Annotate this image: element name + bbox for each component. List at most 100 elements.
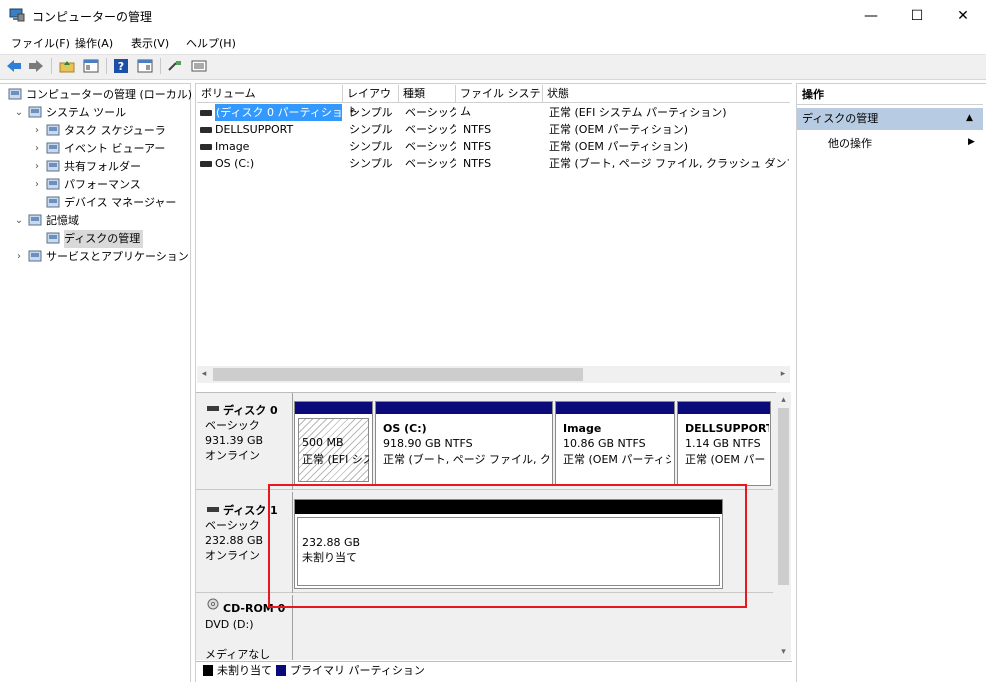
volume-cell-volume: Image: [215, 140, 250, 153]
volume-row[interactable]: DELLSUPPORT シンプル ベーシック NTFS 正常 (OEM パーティション): [197, 121, 790, 138]
tree-item[interactable]: ディスクの管理: [0, 230, 190, 248]
partition-image[interactable]: Image 10.86 GB NTFS 正常 (OEM パーティシ: [555, 401, 675, 486]
volume-cell-status: 正常 (OEM パーティション): [549, 123, 689, 136]
tree-item-label: コンピューターの管理 (ローカル): [26, 88, 193, 101]
menu-help[interactable]: ヘルプ(H): [186, 35, 236, 51]
column-header-layout[interactable]: レイアウト: [343, 85, 399, 118]
volume-cell-type: ベーシック: [405, 140, 456, 153]
volume-cell-status: 正常 (ブート, ページ ファイル, クラッシュ ダンプ, プライマ: [549, 157, 789, 170]
collapsed-chevron-icon[interactable]: ›: [32, 158, 42, 176]
highlight-annotation-box: [268, 484, 747, 608]
column-header-status[interactable]: 状態: [543, 85, 790, 103]
volume-cell-status: 正常 (OEM パーティション): [549, 140, 689, 153]
close-button[interactable]: ✕: [940, 0, 986, 32]
volume-row[interactable]: (ディスク 0 パーティション 1) シンプルベーシック 正常 (EFI システム …: [197, 104, 790, 121]
collapsed-chevron-icon[interactable]: ›: [14, 248, 24, 266]
divider: [292, 393, 293, 490]
action-more-actions[interactable]: 他の操作: [828, 136, 872, 152]
scroll-down-icon[interactable]: ▾: [777, 646, 790, 658]
scroll-right-icon[interactable]: ▸: [778, 368, 788, 381]
vertical-scroll-thumb[interactable]: [778, 408, 789, 585]
services-icon: [28, 249, 44, 265]
computer-management-app-icon: [9, 8, 25, 22]
partition-os-size: 918.90 GB NTFS: [383, 437, 473, 450]
disk-1-type: ベーシック: [205, 519, 260, 532]
show-hide-tree-icon[interactable]: [82, 57, 100, 75]
collapsed-chevron-icon[interactable]: ›: [32, 176, 42, 194]
drive-icon: [200, 161, 212, 167]
toolbar-separator: [51, 58, 52, 74]
tree-item[interactable]: デバイス マネージャー: [0, 194, 190, 212]
collapsed-chevron-icon[interactable]: ›: [32, 122, 42, 140]
collapse-up-icon[interactable]: ▲: [966, 113, 973, 123]
actions-title: 操作: [797, 85, 983, 105]
disk-0-type: ベーシック: [205, 419, 260, 432]
cdrom-drive: DVD (D:): [205, 618, 254, 631]
forward-icon[interactable]: [27, 57, 45, 75]
column-header-type[interactable]: 種類: [399, 85, 456, 103]
tree-item-label: システム ツール: [46, 106, 127, 119]
tree-item[interactable]: › 共有フォルダー: [0, 158, 190, 176]
shared-folder-icon: [46, 159, 62, 175]
connect-icon[interactable]: [166, 57, 184, 75]
volume-row[interactable]: Image シンプル ベーシック NTFS 正常 (OEM パーティション): [197, 138, 790, 155]
up-folder-icon[interactable]: [58, 57, 76, 75]
properties-icon[interactable]: [136, 57, 154, 75]
tree-item[interactable]: › イベント ビューアー: [0, 140, 190, 158]
legend-primary-label: プライマリ パーティション: [290, 664, 425, 677]
actions-pane: [796, 83, 986, 682]
tree-item[interactable]: ⌄ システム ツール: [0, 104, 190, 122]
actions-section-disk-management[interactable]: ディスクの管理: [797, 108, 983, 130]
partition-header: [556, 402, 674, 414]
disk-0-name[interactable]: ディスク 0: [223, 403, 278, 418]
volume-cell-layout: シンプル: [349, 106, 393, 119]
partition-efi[interactable]: 500 MB 正常 (EFI シス: [294, 401, 373, 486]
volume-cell-fs: NTFS: [463, 123, 492, 136]
tree-item[interactable]: › パフォーマンス: [0, 176, 190, 194]
partition-header: [678, 402, 770, 414]
volume-cell-type: ベーシック: [405, 123, 456, 136]
partition-dellsupport[interactable]: DELLSUPPORT 1.14 GB NTFS 正常 (OEM パー: [677, 401, 771, 486]
menu-file[interactable]: ファイル(F): [11, 35, 70, 51]
back-icon[interactable]: [5, 57, 23, 75]
tree-item[interactable]: コンピューターの管理 (ローカル): [0, 86, 192, 104]
tree-item-label: ディスクの管理: [64, 230, 144, 248]
svg-text:?: ?: [118, 60, 124, 73]
tree-item[interactable]: › タスク スケジューラ: [0, 122, 190, 140]
partition-header: [295, 402, 372, 414]
partition-header: [376, 402, 552, 414]
drive-icon: [200, 127, 212, 133]
storage-icon: [28, 213, 44, 229]
menu-action[interactable]: 操作(A): [75, 35, 113, 51]
tree-item[interactable]: › サービスとアプリケーション: [0, 248, 190, 266]
volume-cell-volume: OS (C:): [215, 157, 255, 170]
maximize-button[interactable]: ☐: [894, 0, 940, 32]
window-title: コンピューターの管理: [32, 10, 153, 24]
scroll-left-icon[interactable]: ◂: [199, 368, 209, 381]
expanded-chevron-icon[interactable]: ⌄: [14, 212, 24, 230]
horizontal-scroll-thumb[interactable]: [213, 368, 583, 381]
legend-primary-swatch: [276, 665, 286, 676]
help-icon[interactable]: ?: [112, 57, 130, 75]
computer-management-icon: [8, 87, 24, 103]
scroll-up-icon[interactable]: ▴: [777, 394, 790, 406]
drive-icon: [200, 110, 212, 116]
tree-item[interactable]: ⌄ 記憶域: [0, 212, 190, 230]
legend-unallocated-label: 未割り当て: [217, 664, 272, 677]
menu-view[interactable]: 表示(V): [131, 35, 169, 51]
column-header-filesystem[interactable]: ファイル システム: [456, 85, 543, 118]
unallocated-hatch: [298, 418, 369, 482]
minimize-button[interactable]: —: [848, 0, 894, 32]
volume-row[interactable]: OS (C:) シンプル ベーシック NTFS 正常 (ブート, ページ ファイル, ク…: [197, 155, 790, 172]
column-header-volume[interactable]: ボリューム: [197, 85, 343, 103]
partition-os-c[interactable]: OS (C:) 918.90 GB NTFS 正常 (ブート, ページ ファイル…: [375, 401, 553, 486]
collapsed-chevron-icon[interactable]: ›: [32, 140, 42, 158]
partition-os-title: OS (C:): [383, 422, 427, 435]
volume-cell-layout: シンプル: [349, 123, 393, 136]
toolbar-separator: [106, 58, 107, 74]
list-view-icon[interactable]: [190, 57, 208, 75]
tree-item-label: パフォーマンス: [64, 178, 141, 191]
expanded-chevron-icon[interactable]: ⌄: [14, 104, 24, 122]
event-viewer-icon: [46, 141, 62, 157]
volume-cell-volume: (ディスク 0 パーティション 1): [215, 104, 342, 121]
